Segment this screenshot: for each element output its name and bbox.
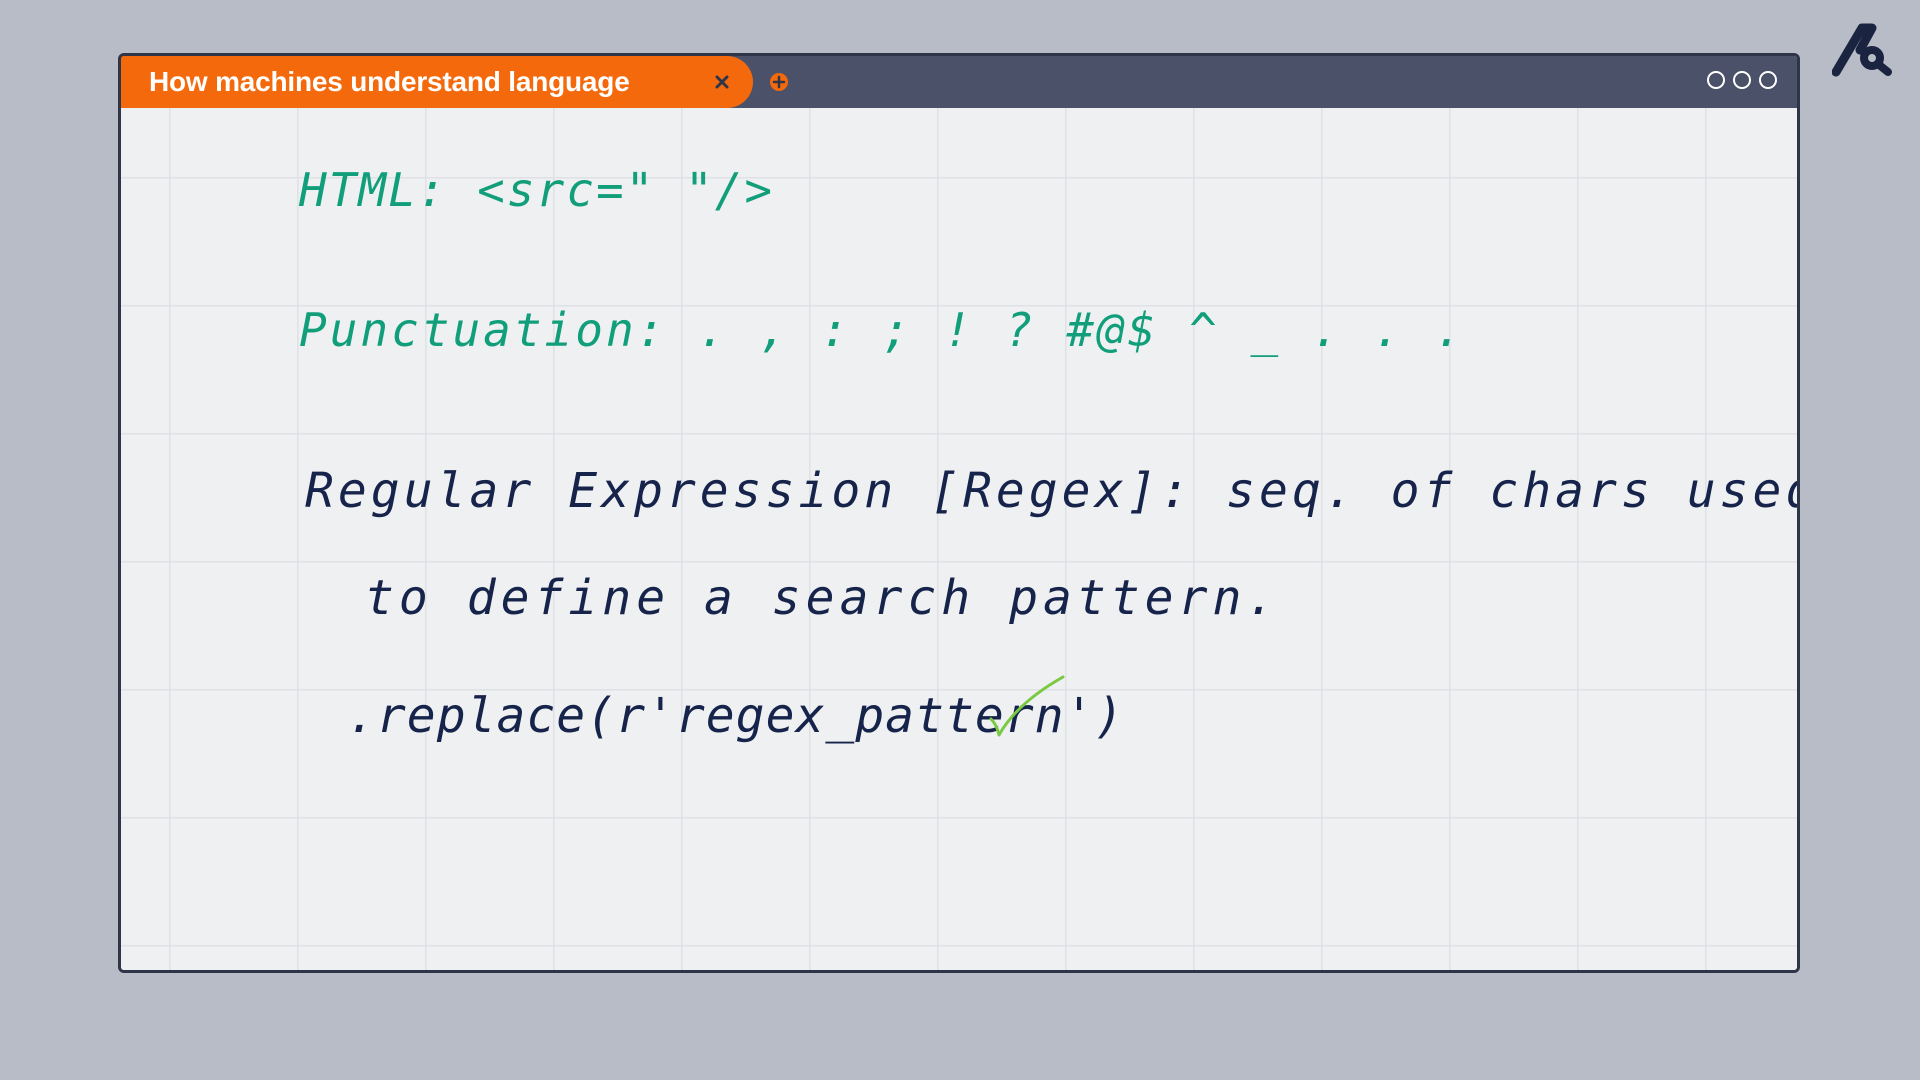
circle-icon[interactable] <box>1733 71 1751 89</box>
note-regex-definition: Regular Expression [Regex]: seq. of char… <box>305 463 1800 519</box>
circle-icon[interactable] <box>1707 71 1725 89</box>
notes-canvas[interactable]: HTML: <src=" "/> Punctuation: . , : ; ! … <box>121 108 1797 970</box>
checkmark-icon <box>987 673 1067 739</box>
whiteboard-window: How machines understand language HTML: <… <box>118 53 1800 973</box>
close-icon[interactable] <box>707 67 737 97</box>
note-html: HTML: <src=" "/> <box>299 163 775 217</box>
tab-title: How machines understand language <box>149 66 630 97</box>
window-controls <box>1707 71 1777 89</box>
note-regex-definition-cont: to define a search pattern. <box>365 570 1281 626</box>
title-bar: How machines understand language <box>121 56 1797 108</box>
note-punctuation: Punctuation: . , : ; ! ? #@$ ^ _ . . . <box>299 303 1466 357</box>
plus-circle-icon[interactable] <box>768 71 790 93</box>
brand-logo-icon <box>1831 22 1896 78</box>
circle-icon[interactable] <box>1759 71 1777 89</box>
active-tab[interactable]: How machines understand language <box>121 56 753 108</box>
